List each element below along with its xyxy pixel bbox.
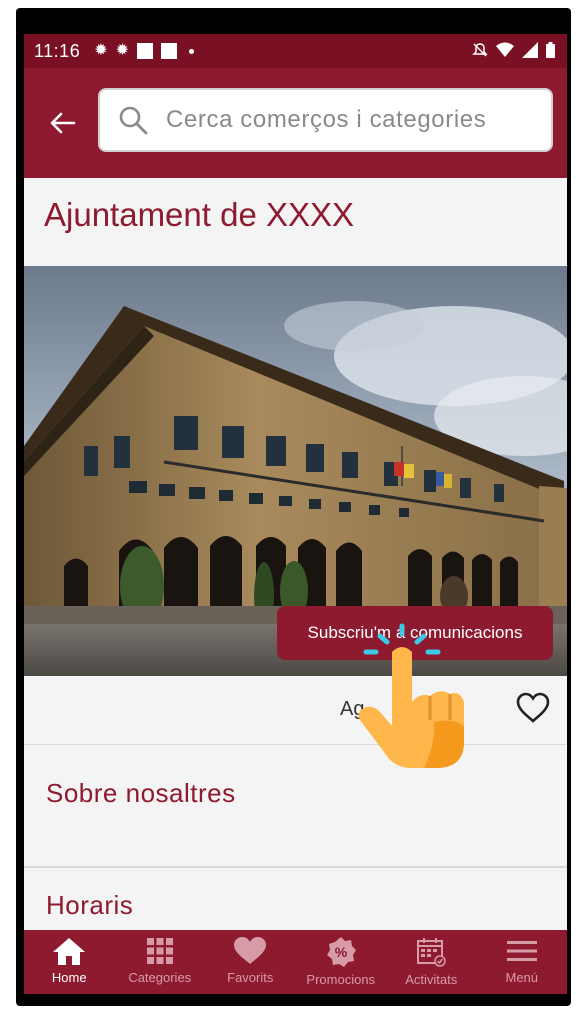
mute-icon xyxy=(472,43,488,57)
nav-label: Menú xyxy=(505,970,539,985)
gear-icon: ✹ xyxy=(94,42,108,59)
app-bar: Cerca comerços i categories xyxy=(24,68,567,178)
section-title: Horaris xyxy=(46,890,134,920)
nav-label: Promocions xyxy=(306,972,376,987)
battery-icon xyxy=(546,42,555,58)
section-about[interactable]: Sobre nosaltres xyxy=(24,746,567,868)
square-icon xyxy=(161,43,178,59)
search-placeholder: Cerca comerços i categories xyxy=(166,106,487,133)
status-time: 11:16 xyxy=(34,40,81,61)
grid-icon xyxy=(146,938,173,964)
nav-label: Categories xyxy=(128,970,192,985)
favorites-row[interactable]: Agorits xyxy=(24,676,567,745)
nav-label: Activitats xyxy=(405,972,458,987)
nav-menu[interactable]: Menú xyxy=(477,930,568,994)
svg-text:%: % xyxy=(335,944,348,960)
status-right-icons xyxy=(472,42,555,58)
arrow-left-icon[interactable] xyxy=(48,108,78,138)
gear-icon: ✹ xyxy=(115,42,130,59)
wifi-icon xyxy=(496,42,514,57)
title-area: Ajuntament de XXXX xyxy=(24,178,567,266)
percent-badge-icon: % xyxy=(326,937,356,967)
status-bar: 11:16 ✹ ✹ xyxy=(24,34,567,68)
page-title: Ajuntament de XXXX xyxy=(44,196,355,233)
menu-icon xyxy=(506,941,537,961)
nav-activities[interactable]: Activitats xyxy=(386,930,477,994)
nav-favorites[interactable]: Favorits xyxy=(205,930,296,994)
nav-categories[interactable]: Categories xyxy=(115,930,206,994)
search-input[interactable]: Cerca comerços i categories xyxy=(98,88,553,152)
nav-label: Home xyxy=(51,970,87,985)
calendar-icon xyxy=(417,938,446,967)
square-icon xyxy=(137,43,154,59)
tap-hand-icon xyxy=(358,623,464,768)
signal-icon xyxy=(522,42,538,58)
nav-promotions[interactable]: % Promocions xyxy=(296,930,387,994)
heart-icon xyxy=(234,937,267,964)
nav-home[interactable]: Home xyxy=(24,930,115,994)
app-screen: 11:16 ✹ ✹ Cerca comerços i categories Aj… xyxy=(24,34,567,994)
dot-icon xyxy=(189,48,195,54)
heart-outline-icon[interactable] xyxy=(515,692,551,724)
section-title: Sobre nosaltres xyxy=(46,778,236,808)
search-icon xyxy=(119,106,148,135)
nav-label: Favorits xyxy=(227,970,274,985)
home-icon xyxy=(53,938,86,965)
bottom-nav: Home Categories Favorits % Promocions Ac… xyxy=(24,930,567,994)
